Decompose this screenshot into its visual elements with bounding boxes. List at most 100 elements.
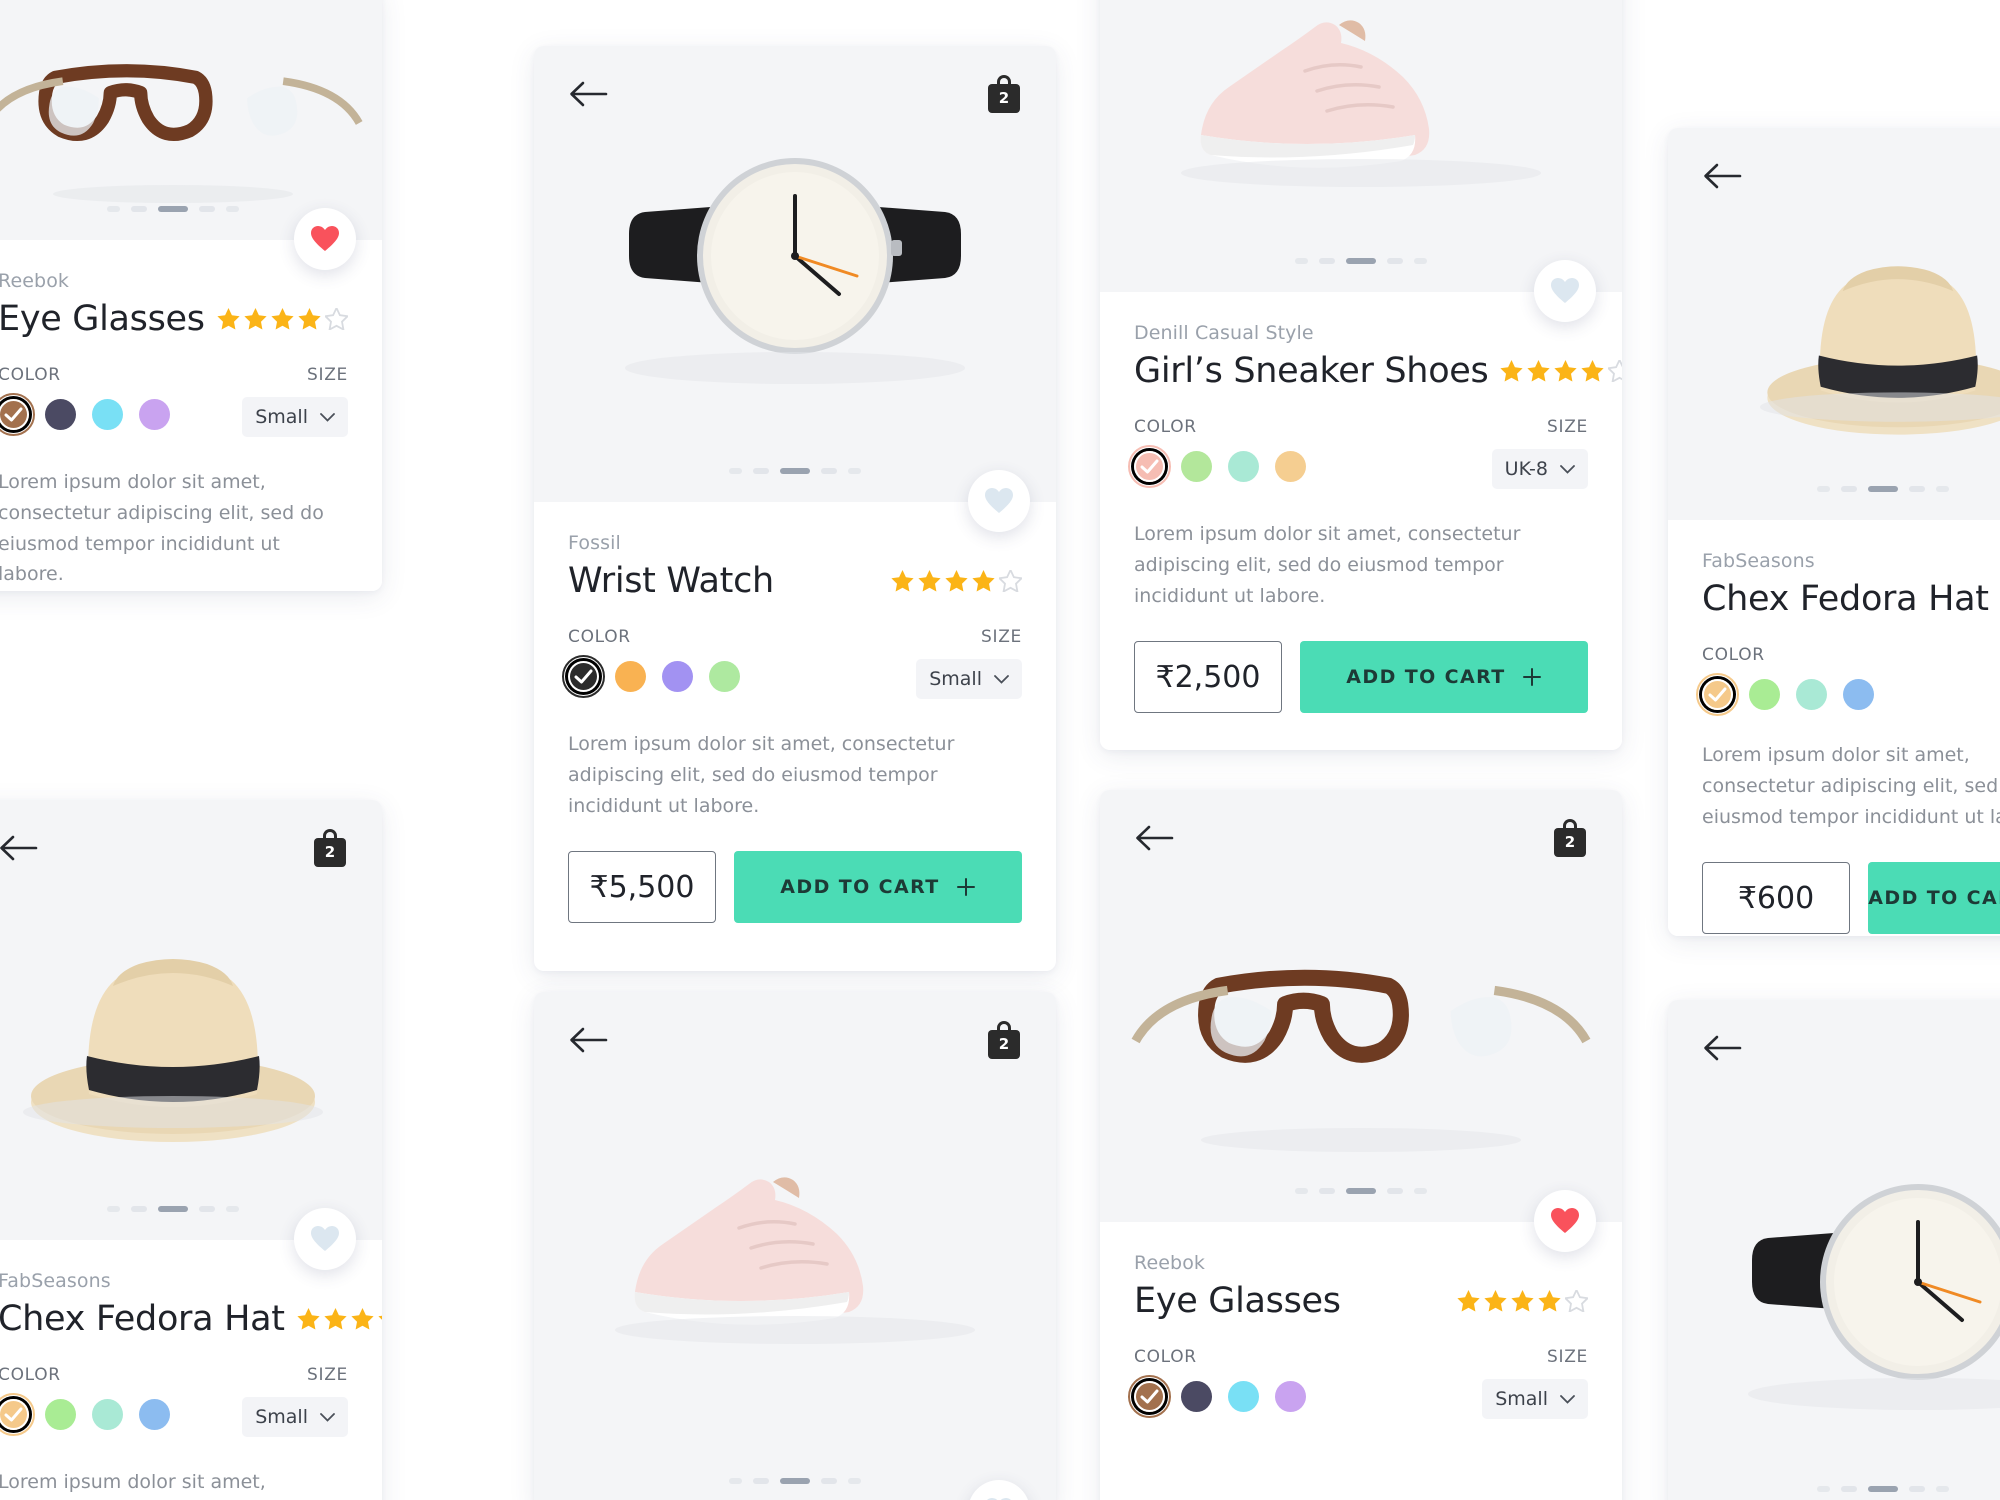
carousel-dot[interactable] [729,468,742,474]
product-photo-sneakers[interactable]: 2 [534,992,1056,1500]
carousel-dot[interactable] [1817,486,1830,492]
favorite-button[interactable] [294,208,356,270]
favorite-button[interactable] [968,470,1030,532]
size-select[interactable]: Small [242,1397,348,1437]
color-swatches[interactable] [1696,673,1874,716]
color-swatch[interactable] [1843,679,1874,710]
color-swatch[interactable] [139,399,170,430]
size-select[interactable]: Small [916,659,1022,699]
color-swatches[interactable] [0,1393,170,1436]
color-swatches[interactable] [1128,1375,1306,1418]
carousel-dots[interactable] [534,1478,1056,1484]
carousel-dot[interactable] [1936,1486,1949,1492]
carousel-dot[interactable] [1841,1486,1857,1492]
product-card-eyeglasses[interactable]: Reebok Eye Glasses COLOR SIZE Small Lore… [0,0,382,591]
carousel-dot[interactable] [1841,486,1857,492]
color-swatch[interactable] [92,1399,123,1430]
back-arrow-icon[interactable] [1134,823,1174,853]
color-swatch[interactable] [1181,1381,1212,1412]
carousel-dot-active[interactable] [780,468,810,474]
carousel-dot[interactable] [1295,1188,1308,1194]
color-swatch[interactable] [615,661,646,692]
cart-button[interactable]: 2 [1554,819,1588,857]
color-swatch[interactable] [45,1399,76,1430]
product-card-watch-right[interactable]: 2 [1668,1000,2000,1500]
carousel-dot-active[interactable] [1868,486,1898,492]
carousel-dot[interactable] [199,1206,215,1212]
product-photo-eyeglasses[interactable] [0,0,382,240]
carousel-dot[interactable] [1319,258,1335,264]
color-swatch[interactable] [1275,1381,1306,1412]
carousel-dot[interactable] [226,1206,239,1212]
color-swatch[interactable] [1228,451,1259,482]
carousel-dot[interactable] [226,206,239,212]
size-select[interactable]: Small [1482,1379,1588,1419]
carousel-dot[interactable] [1319,1188,1335,1194]
size-select[interactable]: UK-8 [1491,449,1588,489]
add-to-cart-button[interactable]: ADD TO CART [1868,862,2000,935]
carousel-dots[interactable] [1100,258,1622,264]
favorite-button[interactable] [294,1208,356,1270]
carousel-dot-active[interactable] [780,1478,810,1484]
carousel-dot[interactable] [821,1478,837,1484]
carousel-dot-active[interactable] [1868,1486,1898,1492]
color-swatches[interactable] [562,655,740,698]
add-to-cart-button[interactable]: ADD TO CART [1300,641,1588,714]
carousel-dot-active[interactable] [1346,258,1376,264]
carousel-dot[interactable] [1387,1188,1403,1194]
color-swatch[interactable] [139,1399,170,1430]
color-swatch[interactable] [1796,679,1827,710]
carousel-dot[interactable] [821,468,837,474]
carousel-dot[interactable] [729,1478,742,1484]
cart-button[interactable]: 2 [988,1021,1022,1059]
carousel-dot[interactable] [848,1478,861,1484]
back-arrow-icon[interactable] [1702,161,1742,191]
product-card-fedora-right[interactable]: 2 [1668,128,2000,936]
product-photo-fedora[interactable]: 2 [0,800,382,1240]
color-swatches[interactable] [0,393,170,436]
product-photo-sneakers-top[interactable] [1100,0,1622,292]
favorite-button[interactable] [1534,1190,1596,1252]
color-swatch-selected[interactable] [0,1393,35,1436]
carousel-dot-active[interactable] [158,1206,188,1212]
color-swatch[interactable] [1181,451,1212,482]
color-swatch-selected[interactable] [0,393,35,436]
carousel-dot[interactable] [1936,486,1949,492]
product-photo-watch[interactable]: 2 [534,46,1056,502]
carousel-dots[interactable] [534,468,1056,474]
product-card-eyeglasses-bottom[interactable]: 2 Reebok Eye Glasses COLOR SIZE Small [1100,790,1622,1500]
carousel-dot[interactable] [1909,486,1925,492]
back-arrow-icon[interactable] [568,79,608,109]
product-card-sneakers-bottom[interactable]: 2 [534,992,1056,1500]
product-photo-watch-right[interactable]: 2 [1668,1000,2000,1500]
carousel-dot[interactable] [753,468,769,474]
color-swatch[interactable] [1228,1381,1259,1412]
product-card-sneakers[interactable]: Denill Casual Style Girl’s Sneaker Shoes… [1100,0,1622,750]
carousel-dot[interactable] [131,206,147,212]
color-swatch[interactable] [662,661,693,692]
carousel-dot[interactable] [1817,1486,1830,1492]
carousel-dot[interactable] [107,1206,120,1212]
product-card-fedora-left[interactable]: 2 FabSeasons Chex Fedora Hat COLOR SIZE … [0,800,382,1500]
color-swatch[interactable] [1275,451,1306,482]
color-swatch[interactable] [45,399,76,430]
carousel-dot[interactable] [1909,1486,1925,1492]
carousel-dot[interactable] [848,468,861,474]
color-swatches[interactable] [1128,445,1306,488]
color-swatch-selected[interactable] [1696,673,1739,716]
carousel-dot[interactable] [1414,1188,1427,1194]
carousel-dot[interactable] [753,1478,769,1484]
color-swatch-selected[interactable] [1128,1375,1171,1418]
carousel-dot[interactable] [199,206,215,212]
carousel-dot-active[interactable] [1346,1188,1376,1194]
carousel-dots[interactable] [1100,1188,1622,1194]
cart-button[interactable]: 2 [988,75,1022,113]
add-to-cart-button[interactable]: ADD TO CART [734,851,1022,924]
color-swatch-selected[interactable] [1128,445,1171,488]
product-card-watch[interactable]: 2 Fossil Wrist Watch COLOR SIZE Small Lo… [534,46,1056,971]
back-arrow-icon[interactable] [568,1025,608,1055]
carousel-dots[interactable] [1668,1486,2000,1492]
product-photo-eyeglasses-bottom[interactable]: 2 [1100,790,1622,1222]
carousel-dot[interactable] [1414,258,1427,264]
carousel-dots[interactable] [1668,486,2000,492]
